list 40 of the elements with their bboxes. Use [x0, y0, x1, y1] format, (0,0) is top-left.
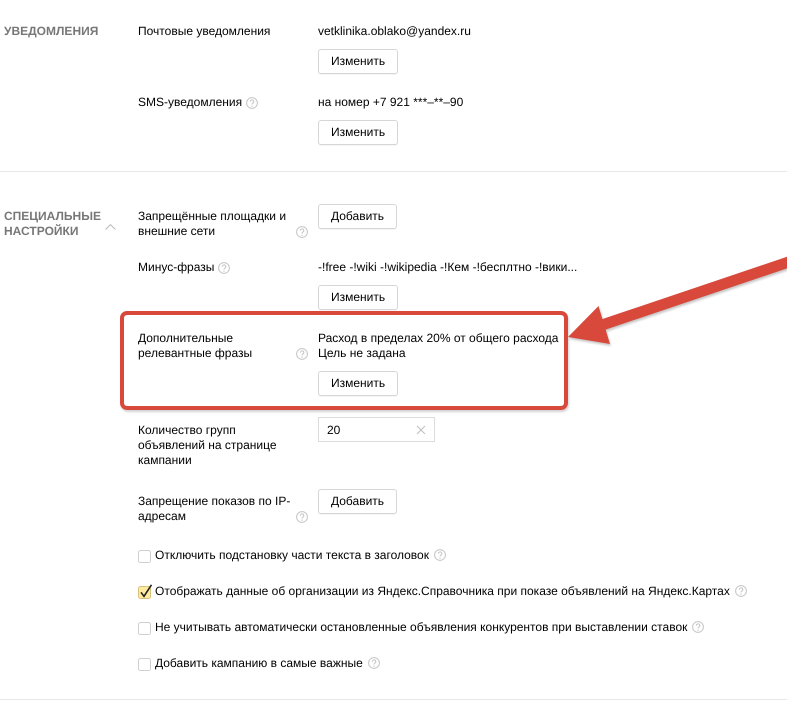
action-button[interactable]: Изменить — [318, 120, 398, 145]
chevron-icon[interactable] — [105, 224, 116, 230]
help-icon[interactable] — [734, 585, 747, 597]
action-button[interactable]: Изменить — [318, 49, 398, 74]
setting-label: Минус-фразы — [138, 260, 214, 275]
setting-label: Запрещение показов по IP-адресам — [138, 494, 292, 524]
action-button[interactable]: Добавить — [318, 488, 398, 514]
help-icon[interactable] — [692, 621, 704, 633]
help-icon[interactable] — [218, 262, 230, 274]
section-title: УВЕДОМЛЕНИЯ — [4, 24, 100, 39]
setting-label: Количество групп объявлений на странице кампании — [138, 422, 278, 468]
action-button[interactable]: Изменить — [318, 371, 398, 396]
help-icon[interactable] — [246, 97, 258, 109]
setting-label: Почтовые уведомления — [138, 24, 270, 39]
help-icon[interactable] — [368, 657, 380, 669]
setting-label: Запрещённые площадки и внешние сети — [138, 209, 288, 239]
help-icon[interactable] — [434, 549, 446, 561]
action-button[interactable]: Добавить — [318, 204, 398, 229]
checkbox[interactable] — [138, 656, 153, 670]
setting-value: vetklinika.oblako@yandex.ru — [318, 24, 471, 39]
clear-icon[interactable] — [416, 424, 426, 434]
help-icon[interactable] — [296, 510, 308, 522]
checkbox-label[interactable]: Отключить подстановку части текста в заголовок — [155, 548, 429, 562]
action-button[interactable]: Изменить — [318, 285, 398, 310]
checkbox[interactable] — [138, 620, 153, 634]
setting-label: Дополнительные релевантные фразы — [138, 331, 254, 361]
help-icon[interactable] — [296, 226, 308, 238]
checkbox-label[interactable]: Отображать данные об организации из Яндекс.Справочника при показе объявлений на Яндекс.Картах — [155, 584, 730, 598]
checkbox-label[interactable]: Не учитывать автоматически остановленные объявления конкурентов при выставлении ставок — [155, 620, 688, 634]
input-field[interactable]: 20 — [318, 417, 435, 442]
setting-value: Расход в пределах 20% от общего расхода — [318, 331, 558, 346]
setting-value: Цель не задана — [318, 346, 406, 361]
checkbox[interactable] — [138, 548, 153, 562]
section-title: СПЕЦИАЛЬНЫЕ НАСТРОЙКИ — [4, 209, 102, 239]
setting-value: -!free -!wiki -!wikipedia -!Кем -!бесплтно -!вики... — [318, 260, 578, 275]
setting-value: на номер +7 921 ***–**–90 — [318, 95, 464, 110]
checkbox-label[interactable]: Добавить кампанию в самые важные — [155, 656, 363, 670]
help-icon[interactable] — [296, 348, 308, 360]
checkbox[interactable] — [138, 584, 153, 598]
setting-label: SMS-уведомления — [138, 95, 242, 110]
